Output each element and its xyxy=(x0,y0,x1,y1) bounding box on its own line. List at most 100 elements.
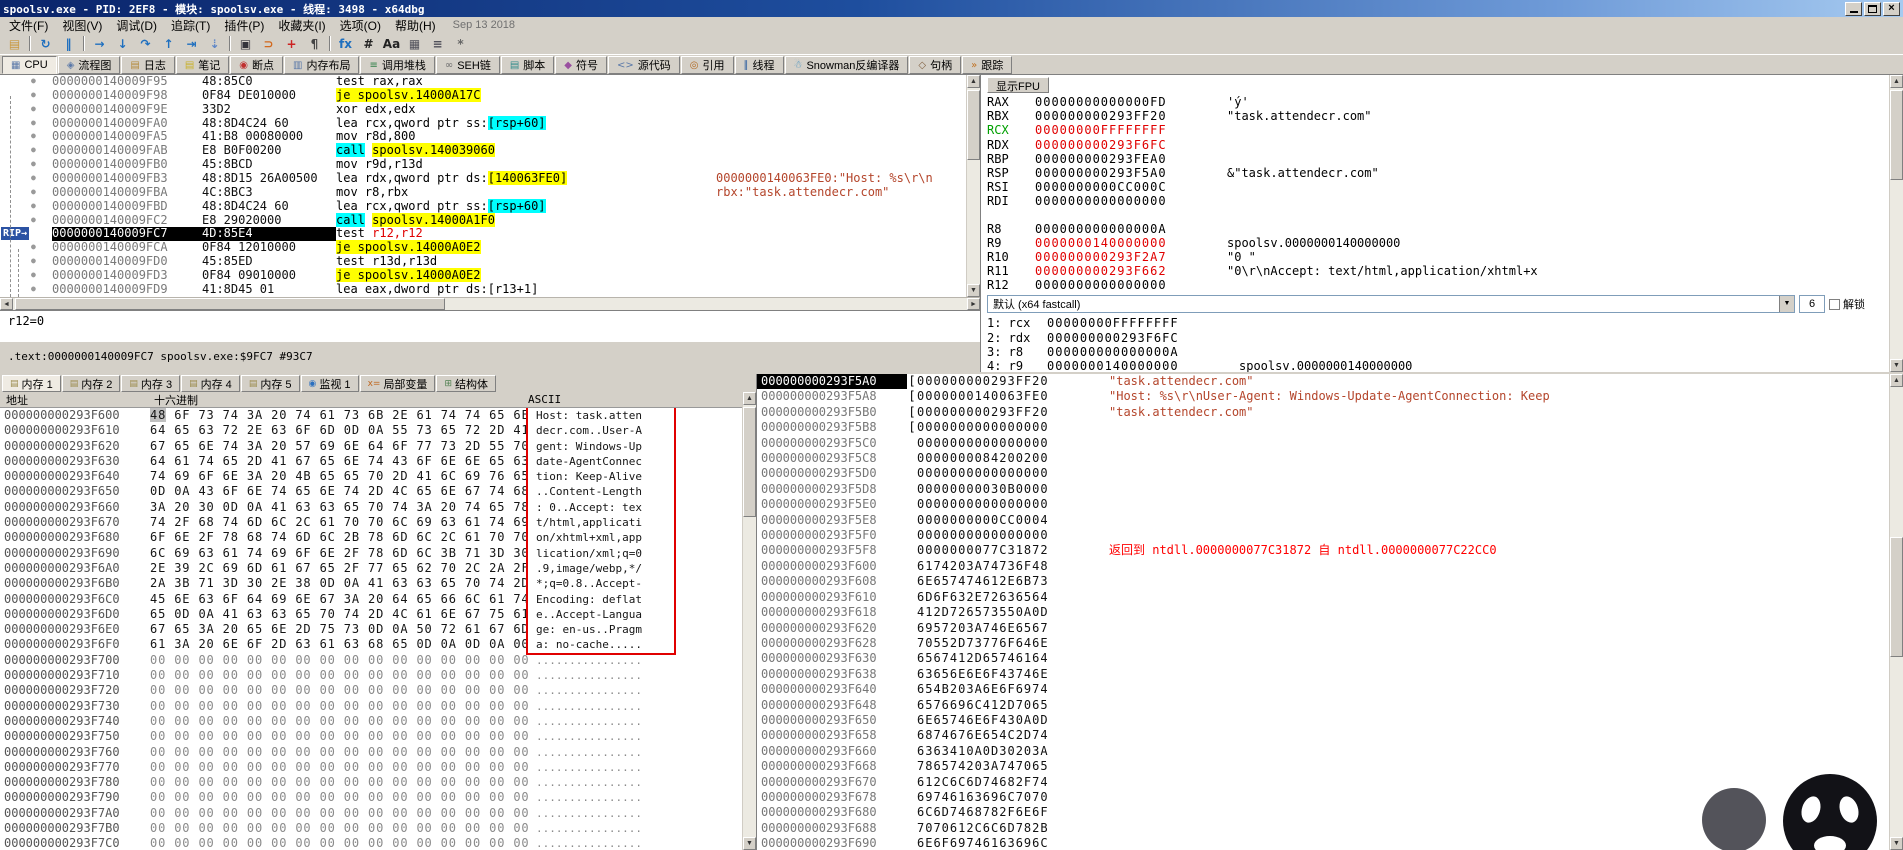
disasm-row[interactable]: ● 0000000140009FA5 41:B8 00080000 mov r8d,8… xyxy=(0,129,966,144)
memory-map-button[interactable]: ≡ xyxy=(426,34,449,54)
disasm-row[interactable]: ● 0000000140009F98 0F84 DE010000 je spoolsv… xyxy=(0,87,966,103)
dump-row[interactable]: 000000000293F630 64 61 74 65 2D 41 67 65 … xyxy=(0,454,742,469)
stack-row[interactable]: 000000000293F5E0 0000000000000000 xyxy=(757,497,1889,512)
stack-row[interactable]: 000000000293F640 654B203A6E6F6974 xyxy=(757,682,1889,697)
calling-convention-select[interactable]: 默认 (x64 fastcall) ▼ xyxy=(987,295,1795,314)
disasm-vscrollbar-up-button[interactable]: ▲ xyxy=(967,75,980,88)
dump-row[interactable]: 000000000293F730 00 00 00 00 00 00 00 00 … xyxy=(0,699,742,714)
disasm-row[interactable]: RIP→ 0000000140009FC7 4D:85E4 test r12,r12 xyxy=(0,227,966,242)
stack-vscrollbar-up-button[interactable]: ▲ xyxy=(1890,374,1903,387)
dump-row[interactable]: 000000000293F620 67 65 6E 74 3A 20 57 69 … xyxy=(0,439,742,454)
stack-row[interactable]: 000000000293F5A8 [0000000140063FE0 "Host: … xyxy=(757,389,1889,404)
stack-row[interactable]: 000000000293F678 69746163696C7070 xyxy=(757,790,1889,805)
disasm-row[interactable]: ● 0000000140009FBD 48:8D4C24 60 lea rcx,qwo… xyxy=(0,198,966,214)
registers-vscrollbar-up-button[interactable]: ▲ xyxy=(1890,75,1903,88)
dump-tab-3[interactable]: ▤ 内存 3 xyxy=(121,375,181,392)
stack-row[interactable]: 000000000293F690 6E6F69746163696C xyxy=(757,836,1889,850)
dump-row[interactable]: 000000000293F610 64 65 63 72 2E 63 6F 6D … xyxy=(0,423,742,438)
restart-button[interactable]: ↻ xyxy=(34,34,57,54)
breakpoint-dot[interactable]: ● xyxy=(31,215,36,224)
comment-button[interactable]: ¶ xyxy=(303,34,326,54)
step-out-button[interactable]: ↑ xyxy=(157,34,180,54)
tab-notes[interactable]: ▤ 笔记 xyxy=(175,56,230,74)
argument-row[interactable]: 2: rdx 000000000293F6FC xyxy=(987,331,1889,345)
disasm-vscrollbar[interactable]: ▲ ▼ xyxy=(966,75,980,297)
window-maximize-button[interactable] xyxy=(1864,1,1881,16)
dump-row[interactable]: 000000000293F6C0 45 6E 63 6F 64 69 6E 67 … xyxy=(0,592,742,607)
disasm-vscrollbar-track[interactable] xyxy=(967,88,980,284)
disasm-row[interactable]: ● 0000000140009FB3 48:8D15 26A00500 lea rdx… xyxy=(0,171,966,186)
register-row[interactable]: RDI 0000000000000000 xyxy=(987,194,1889,208)
disasm-vscrollbar-thumb[interactable] xyxy=(967,90,980,160)
tab-cpu[interactable]: ▦ CPU xyxy=(2,56,57,74)
argument-row[interactable]: 3: r8 000000000000000A xyxy=(987,345,1889,359)
tab-trace[interactable]: » 跟踪 xyxy=(962,56,1013,74)
breakpoint-dot[interactable]: ● xyxy=(31,284,36,293)
dump-tab-7[interactable]: x= 局部变量 xyxy=(359,375,436,392)
disasm-vscrollbar-down-button[interactable]: ▼ xyxy=(967,284,980,297)
dump-tab-5[interactable]: ▤ 内存 5 xyxy=(240,375,300,392)
chevron-down-icon[interactable]: ▼ xyxy=(1779,296,1794,313)
breakpoint-dot[interactable]: ● xyxy=(31,243,36,251)
stack-row[interactable]: 000000000293F608 6E657474612E6B73 xyxy=(757,574,1889,589)
dump-tab-2[interactable]: ▤ 内存 2 xyxy=(61,375,121,392)
dump-row[interactable]: 000000000293F780 00 00 00 00 00 00 00 00 … xyxy=(0,775,742,790)
dump-row[interactable]: 000000000293F750 00 00 00 00 00 00 00 00 … xyxy=(0,729,742,744)
disasm-hscrollbar[interactable]: ◄ ► xyxy=(0,297,980,310)
dump-row[interactable]: 000000000293F640 74 69 6F 6E 3A 20 4B 65 … xyxy=(0,469,742,484)
stack-row[interactable]: 000000000293F5F8 0000000077C31872 返回到 ntdl… xyxy=(757,543,1889,558)
dump-row[interactable]: 000000000293F600 48 6F 73 74 3A 20 74 61 … xyxy=(0,408,742,423)
menu-favourites[interactable]: 收藏夹(I) xyxy=(271,17,332,34)
dump-row[interactable]: 000000000293F650 0D 0A 43 6F 6E 74 65 6E … xyxy=(0,484,742,499)
dump-tab-1[interactable]: ▤ 内存 1 xyxy=(2,375,61,392)
window-minimize-button[interactable] xyxy=(1845,1,1862,16)
stack-row[interactable]: 000000000293F620 6957203A746E6567 xyxy=(757,621,1889,636)
registers-vscrollbar-track[interactable] xyxy=(1890,88,1903,359)
dump-row[interactable]: 000000000293F680 6F 6E 2F 78 68 74 6D 6C … xyxy=(0,530,742,545)
register-row[interactable]: RDX 000000000293F6FC xyxy=(987,138,1889,152)
titlebar[interactable]: spoolsv.exe - PID: 2EF8 - 模块: spoolsv.ex… xyxy=(0,0,1903,17)
dump-row[interactable]: 000000000293F720 00 00 00 00 00 00 00 00 … xyxy=(0,683,742,698)
dump-row[interactable]: 000000000293F7B0 00 00 00 00 00 00 00 00 … xyxy=(0,821,742,836)
register-row[interactable]: RBP 000000000293FEA0 xyxy=(987,152,1889,166)
argument-count-spinner[interactable]: 6 xyxy=(1799,295,1825,314)
selected-byte[interactable]: 48 xyxy=(150,408,167,422)
stack-row[interactable]: 000000000293F638 63656E6E6F43746E xyxy=(757,667,1889,682)
run-to-cursor-button[interactable]: ⇥ xyxy=(180,34,203,54)
register-row[interactable]: R11 000000000293F662 "0\r\nAccept: text/ht… xyxy=(987,264,1889,278)
tab-threads[interactable]: ∥ 线程 xyxy=(734,56,784,74)
disasm-row[interactable]: ● 0000000140009FD0 45:85ED test r13d,r13d xyxy=(0,254,966,269)
stack-row[interactable]: 000000000293F628 70552D73776F646E xyxy=(757,636,1889,651)
breakpoint-dot[interactable]: ● xyxy=(31,271,36,279)
disasm-row[interactable]: ● 0000000140009FA0 48:8D4C24 60 lea rcx,qwo… xyxy=(0,115,966,131)
breakpoint-dot[interactable]: ● xyxy=(31,77,36,85)
tab-seh[interactable]: ∞ SEH链 xyxy=(435,56,500,74)
dump-row[interactable]: 000000000293F690 6C 69 63 61 74 69 6F 6E … xyxy=(0,546,742,561)
stack-row[interactable]: 000000000293F5D8 00000000030B0000 xyxy=(757,482,1889,497)
disasm-hscrollbar-track[interactable] xyxy=(13,298,967,310)
dump-tab-6[interactable]: ◉ 监视 1 xyxy=(300,375,359,392)
stack-vscrollbar[interactable]: ▲ ▼ xyxy=(1889,374,1903,850)
disasm-row[interactable]: ● 0000000140009F95 48:85C0 test rax,rax xyxy=(0,75,966,89)
dump-row[interactable]: 000000000293F670 74 2F 68 74 6D 6C 2C 61 … xyxy=(0,515,742,530)
breakpoint-dot[interactable]: ● xyxy=(31,132,36,140)
stack-row[interactable]: 000000000293F670 612C6C6D74682F74 xyxy=(757,775,1889,790)
tab-call-stack[interactable]: ≡ 调用堆栈 xyxy=(360,56,435,74)
tab-symbols[interactable]: ◆ 符号 xyxy=(555,56,607,74)
window-close-button[interactable]: × xyxy=(1883,1,1900,16)
stack-row[interactable]: 000000000293F660 6363410A0D30203A xyxy=(757,744,1889,759)
stack-row[interactable]: 000000000293F650 6E65746E6F430A0D xyxy=(757,713,1889,728)
registers-vscrollbar-thumb[interactable] xyxy=(1890,90,1903,180)
tab-snowman[interactable]: ☃ Snowman反编译器 xyxy=(784,56,909,74)
stack-row[interactable]: 000000000293F5B8 [0000000000000000 xyxy=(757,420,1889,435)
dump-tab-8[interactable]: ⊞ 结构体 xyxy=(436,375,496,392)
breakpoint-dot[interactable]: ● xyxy=(31,201,36,210)
disasm-row[interactable]: ● 0000000140009FBA 4C:8BC3 mov r8,rbx rbx:"t… xyxy=(0,185,966,200)
dump-vscrollbar-up-button[interactable]: ▲ xyxy=(743,392,756,405)
menu-file[interactable]: 文件(F) xyxy=(2,17,55,34)
argument-row[interactable]: 4: r9 0000000140000000 spoolsv.00000001400… xyxy=(987,359,1889,372)
dump-row[interactable]: 000000000293F700 00 00 00 00 00 00 00 00 … xyxy=(0,653,742,668)
stack-row[interactable]: 000000000293F5A0[000000000293FF20 "task.a… xyxy=(757,374,1889,390)
dump-row[interactable]: 000000000293F6D0 65 0D 0A 41 63 63 65 70 … xyxy=(0,607,742,622)
tab-breakpoints[interactable]: ◉ 断点 xyxy=(230,56,284,74)
